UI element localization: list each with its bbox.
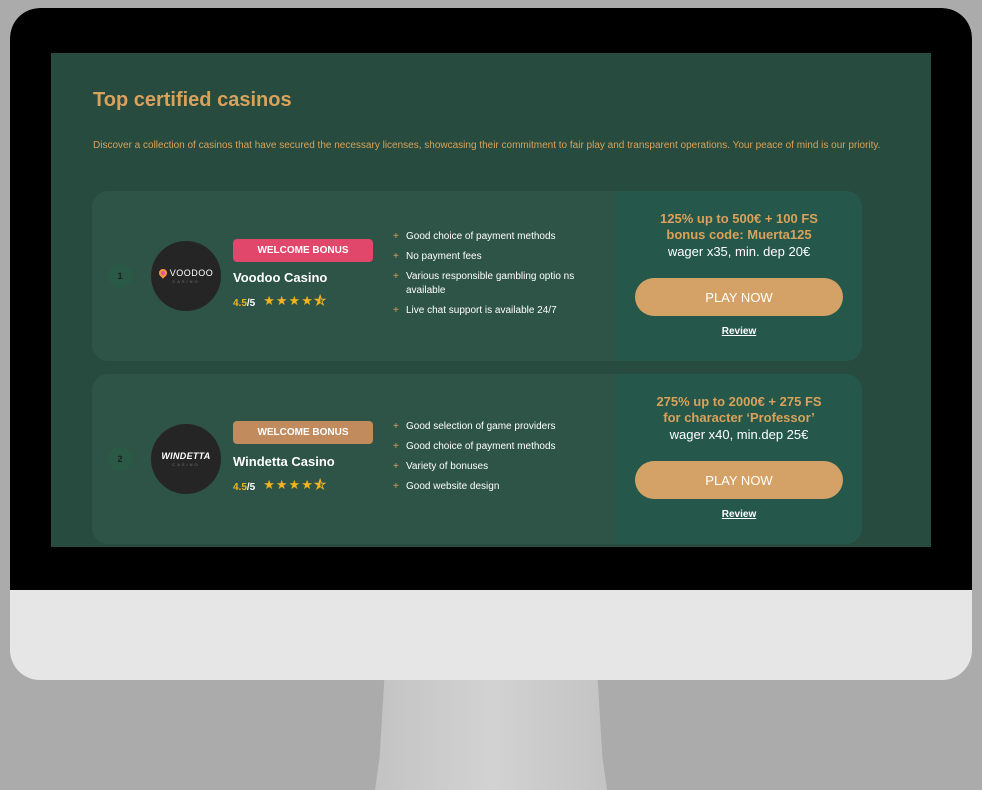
review-link[interactable]: Review [616, 326, 862, 337]
feature-item: No payment fees [393, 250, 593, 264]
section-description: Discover a collection of casinos that ha… [93, 140, 881, 151]
voodoo-logo: VOODOO [157, 267, 214, 279]
voodoo-mark-icon [157, 267, 169, 279]
welcome-bonus-badge: WELCOME BONUS [233, 239, 373, 262]
rating-max: /5 [246, 297, 256, 309]
rank-badge: 2 [108, 447, 132, 471]
feature-item: Live chat support is available 24/7 [393, 304, 593, 318]
offer-character: for character ‘Professor’ [663, 410, 815, 425]
rating: 4.5 /5 ★★★★⯪ [233, 292, 327, 314]
feature-item: Good website design [393, 480, 593, 494]
offer-terms: wager x35, min. dep 20€ [667, 244, 811, 259]
logo-text: VOODOO [169, 268, 214, 278]
section-title: Top certified casinos [93, 89, 292, 111]
feature-item: Good choice of payment methods [393, 440, 593, 454]
feature-list: Good choice of payment methods No paymen… [393, 230, 593, 324]
windetta-logo: WINDETTA [161, 451, 211, 461]
offer-terms: wager x40, min.dep 25€ [669, 427, 809, 442]
welcome-bonus-badge: WELCOME BONUS [233, 421, 373, 444]
screen: Top certified casinos Discover a collect… [51, 53, 931, 547]
play-now-button[interactable]: PLAY NOW [635, 461, 843, 499]
feature-item: Various responsible gambling optio ns av… [393, 270, 593, 298]
casino-logo: VOODOO CASINO [151, 241, 221, 311]
offer-headline: 125% up to 500€ + 100 FS [660, 211, 818, 226]
star-rating-icon: ★★★★⯪ [263, 293, 328, 308]
rating-max: /5 [246, 481, 256, 493]
star-rating-icon: ★★★★⯪ [263, 477, 328, 492]
rating-score: 4.5 [233, 297, 247, 309]
casino-card: 1 VOODOO CASINO WELCOME BONUS Voodoo Cas… [92, 191, 862, 361]
offer-panel: 125% up to 500€ + 100 FS bonus code: Mue… [616, 191, 862, 361]
logo-subtext: CASINO [172, 462, 200, 467]
feature-item: Variety of bonuses [393, 460, 593, 474]
feature-item: Good choice of payment methods [393, 230, 593, 244]
casino-name: Voodoo Casino [233, 270, 328, 285]
review-link[interactable]: Review [616, 509, 862, 520]
casino-name: Windetta Casino [233, 454, 335, 469]
offer-bonus-code: bonus code: Muerta125 [666, 227, 812, 242]
logo-subtext: CASINO [172, 279, 200, 284]
offer-panel: 275% up to 2000€ + 275 FS for character … [616, 374, 862, 544]
rating-score: 4.5 [233, 481, 247, 493]
rating: 4.5 /5 ★★★★⯪ [233, 476, 327, 498]
rank-badge: 1 [108, 264, 132, 288]
feature-item: Good selection of game providers [393, 420, 593, 434]
casino-card: 2 WINDETTA CASINO WELCOME BONUS Windetta… [92, 374, 862, 544]
offer-headline: 275% up to 2000€ + 275 FS [656, 394, 822, 409]
feature-list: Good selection of game providers Good ch… [393, 420, 593, 500]
monitor-stand [375, 680, 607, 790]
casino-logo: WINDETTA CASINO [151, 424, 221, 494]
play-now-button[interactable]: PLAY NOW [635, 278, 843, 316]
